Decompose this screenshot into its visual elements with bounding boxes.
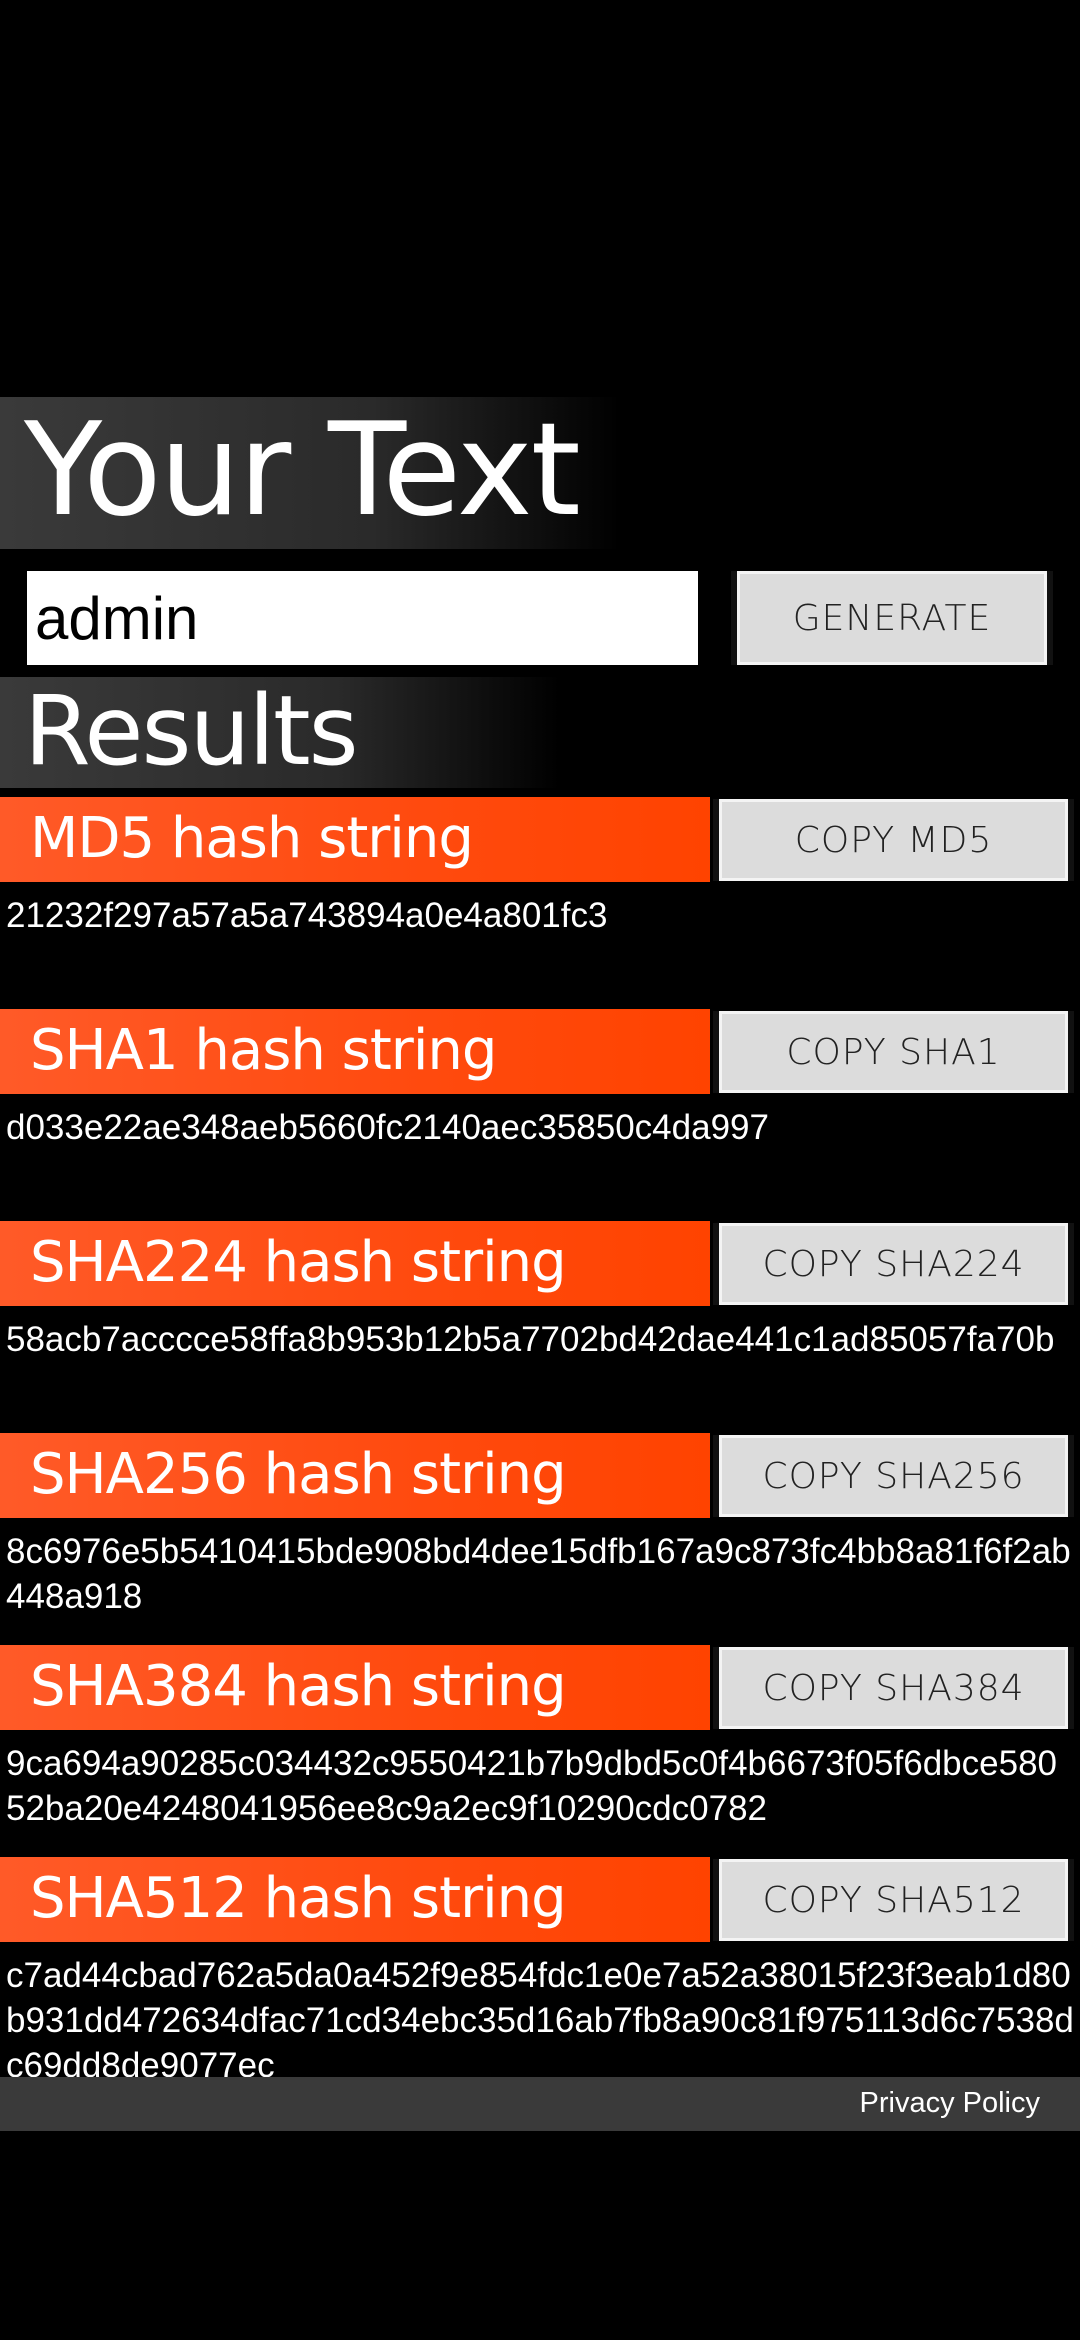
copy-sha224-button[interactable]: COPY SHA224: [713, 1223, 1074, 1305]
sha384-hash: 9ca694a90285c034432c9550421b7b9dbd5c0f4b…: [6, 1744, 1058, 1828]
section-title: SHA512 hash string: [30, 1866, 567, 1931]
generate-button[interactable]: GENERATE: [731, 571, 1053, 665]
section-bar: SHA256 hash string: [0, 1433, 710, 1518]
copy-sha512-button[interactable]: COPY SHA512: [713, 1859, 1074, 1941]
section-bar: SHA384 hash string: [0, 1645, 710, 1730]
privacy-policy-link[interactable]: Privacy Policy: [860, 2087, 1041, 2120]
text-input[interactable]: [27, 571, 698, 665]
section-title: SHA384 hash string: [30, 1654, 567, 1719]
sha224-hash: 58acb7acccce58ffa8b953b12b5a7702bd42dae4…: [6, 1320, 1055, 1359]
section-bar: SHA1 hash string: [0, 1009, 710, 1094]
results-title: Results: [24, 675, 359, 787]
section-title: SHA256 hash string: [30, 1442, 567, 1507]
footer: Privacy Policy: [0, 2077, 1080, 2131]
section-bar: MD5 hash string: [0, 797, 710, 882]
copy-sha256-button[interactable]: COPY SHA256: [713, 1435, 1074, 1517]
section-title: SHA224 hash string: [30, 1230, 567, 1295]
your-text-title: Your Text: [24, 396, 581, 545]
section-title: SHA1 hash string: [30, 1018, 497, 1083]
sha256-hash: 8c6976e5b5410415bde908bd4dee15dfb167a9c8…: [6, 1532, 1071, 1616]
section-bar: SHA512 hash string: [0, 1857, 710, 1942]
sha512-hash: c7ad44cbad762a5da0a452f9e854fdc1e0e7a52a…: [6, 1956, 1074, 2085]
section-bar: SHA224 hash string: [0, 1221, 710, 1306]
copy-sha384-button[interactable]: COPY SHA384: [713, 1647, 1074, 1729]
copy-md5-button[interactable]: COPY MD5: [713, 799, 1074, 881]
sha1-hash: d033e22ae348aeb5660fc2140aec35850c4da997: [6, 1108, 769, 1147]
section-title: MD5 hash string: [30, 806, 474, 871]
copy-sha1-button[interactable]: COPY SHA1: [713, 1011, 1074, 1093]
your-text-header: Your Text: [0, 397, 620, 549]
results-header: Results: [0, 677, 560, 788]
md5-hash: 21232f297a57a5a743894a0e4a801fc3: [6, 896, 608, 935]
